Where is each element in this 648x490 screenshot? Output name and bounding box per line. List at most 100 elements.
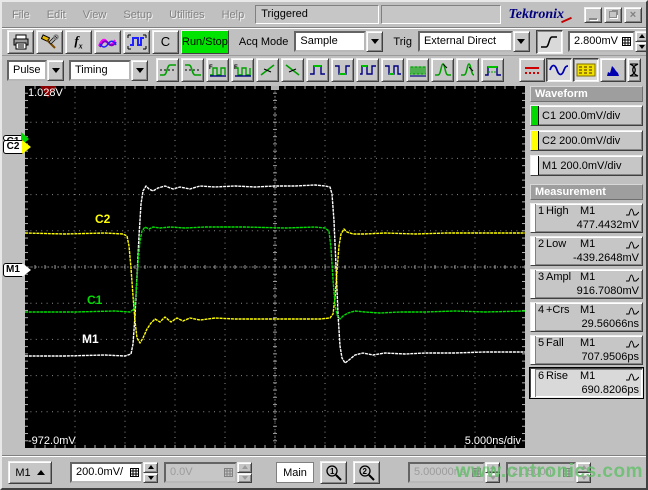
magnifier-1-icon: 1 [325,464,342,481]
negative-width-button[interactable]: F [231,58,254,82]
trigger-slope-button[interactable] [535,29,563,54]
waveform-view-button[interactable] [546,58,572,82]
menu-help[interactable]: Help [216,7,254,23]
measurement-row-ampl[interactable]: 3 Ampl M1 916.7080mV [530,269,643,299]
measurement-row-rise[interactable]: 6 Rise M1 690.8206ps [529,367,644,399]
clear-button[interactable]: C [152,29,179,54]
run-stop-button[interactable]: Run/Stop [181,29,229,54]
pulse-capture-button[interactable] [123,29,150,54]
source-select-button[interactable]: M1 [8,461,52,484]
svg-text:2: 2 [362,467,367,476]
increment-button[interactable] [143,462,158,473]
waveform-display-button[interactable] [94,29,121,54]
measurement-row-fall[interactable]: 5 Fall M1 707.9506ps [530,335,643,365]
channel-marker-c2[interactable]: C2 [3,140,23,154]
keypad-button[interactable] [619,31,635,52]
zoom1-button[interactable]: 1 [320,461,347,484]
touchscreen-tools-button[interactable] [36,29,63,54]
decrement-button[interactable] [143,472,158,483]
measurement-value: 29.56066ns [581,318,640,330]
vertical-scale-spinner [143,462,158,483]
measurement-row-low[interactable]: 2 Low M1 -439.2648mV [530,236,643,266]
chevron-down-icon-button[interactable] [512,31,530,52]
rising-slew-rate-button[interactable] [256,58,279,82]
decrement-button[interactable] [634,41,646,52]
trigger-level-control: 2.800mV [567,31,646,52]
c2-marker-arrow-icon [22,140,31,154]
flattop-button[interactable] [481,58,504,82]
chevron-down-icon-button[interactable] [47,59,64,81]
pulse-icon [626,274,639,282]
channel-button-m1[interactable]: M1 200.0mV/div [530,155,643,176]
measurement-name: Fall [546,337,564,349]
chevron-down-icon-button[interactable] [131,59,148,81]
trigger-time-marker[interactable] [271,86,279,90]
increment-button [237,462,252,473]
increment-button[interactable] [634,31,646,42]
math-fx-button[interactable]: fx [65,29,92,54]
low-level-icon [334,65,350,75]
vertical-position-control: 0.0V [164,462,252,483]
acq-mode-dropdown-button[interactable] [366,31,384,52]
measure-class-select[interactable]: Pulse [7,59,64,81]
measurement-row-pcrs[interactable]: 4 +Crs M1 29.56066ns [530,302,643,332]
frequency-burst-button[interactable] [406,58,429,82]
positive-width-button[interactable]: F [206,58,229,82]
trace-label-m1: M1 [82,332,99,346]
waveform-panel-header: Waveform [530,86,643,102]
burst-icon [409,66,426,77]
channel-marker-m1[interactable]: M1 [3,263,23,277]
channel-button-c1[interactable]: C1 200.0mV/div [530,105,643,126]
acq-mode-select[interactable]: Sample [294,31,384,52]
vertical-scale-value[interactable]: 200.0mV/ [70,462,128,483]
measurement-row-high[interactable]: 1 High M1 477.4432mV [530,203,643,233]
trigger-level-value[interactable]: 2.800mV [567,31,620,52]
histogram-button[interactable] [600,58,626,82]
cursors-button[interactable] [519,58,545,82]
duty-cycle-button[interactable] [381,58,404,82]
keypad-button[interactable] [128,462,143,483]
rise-time-button[interactable] [156,58,179,82]
measure-category-select[interactable]: Timing [69,59,148,81]
zoom2-button[interactable]: 2 [353,461,380,484]
rise-time-icon [159,64,176,76]
restore-button[interactable] [604,6,622,23]
high-level-button[interactable] [306,58,329,82]
positive-overshoot-button[interactable] [431,58,454,82]
measurement-source: M1 [580,304,596,316]
fx-icon: fx [74,32,83,51]
falling-slew-rate-button[interactable] [281,58,304,82]
pulse-icon [626,307,639,315]
peak-button[interactable] [456,58,479,82]
eye-diagram-button[interactable] [627,58,641,82]
vertical-position-spinner [237,462,252,483]
measurement-number: 5 [538,337,545,349]
menu-setup[interactable]: Setup [117,7,161,23]
close-button[interactable]: × [624,6,642,23]
measurement-name: +Crs [546,304,570,316]
menu-view[interactable]: View [77,7,116,23]
fall-time-button[interactable] [181,58,204,82]
channel-button-c2[interactable]: C2 200.0mV/div [530,130,643,151]
menu-edit[interactable]: Edit [41,7,75,23]
vertical-position-value: 0.0V [164,462,222,483]
pulse-brackets-icon [127,34,146,49]
pulse-icon [626,241,639,249]
arrow-down-icon [639,44,646,49]
trig-source-select[interactable]: External Direct [417,31,530,52]
menu-utilities[interactable]: Utilities [163,7,213,23]
display-area: C1 C2 M1 1.028V -972.0mV 5.000ns/div C2 … [2,84,646,456]
period-button[interactable] [356,58,379,82]
c2-color-strip [531,131,539,150]
overshoot-peak-icon [434,63,451,76]
intensity-display-button[interactable] [573,58,599,82]
printer-icon [13,34,28,49]
arrow-down-icon [241,475,248,480]
decrement-button [237,472,252,483]
measurement-number: 1 [538,205,545,217]
low-level-button[interactable] [331,58,354,82]
measurement-number: 6 [538,370,545,382]
print-button[interactable] [7,29,34,54]
menu-file[interactable]: File [6,7,39,23]
minimize-button[interactable] [584,6,602,23]
